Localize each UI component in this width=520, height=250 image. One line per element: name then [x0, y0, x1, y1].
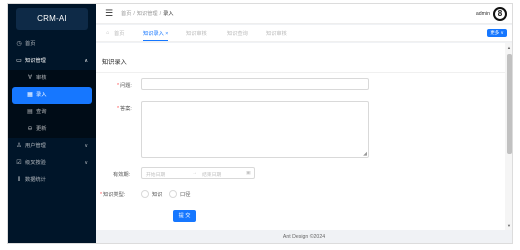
tab-knowledge-review[interactable]: 知识审核 — [186, 30, 207, 37]
question-input[interactable] — [141, 78, 369, 90]
more-tabs-button[interactable]: 更多 ∨ — [487, 29, 507, 37]
knowledge-type-label-text: 知识类型: — [103, 192, 126, 198]
resize-handle-icon[interactable]: ◢ — [363, 151, 367, 157]
sidebar-item-query[interactable]: ▤ 查询 — [8, 104, 96, 121]
bar-chart-icon: ⫴ — [17, 177, 21, 183]
end-date-placeholder[interactable]: 结束日期 — [202, 171, 221, 178]
sidebar-item-knowledge-management[interactable]: ▭ 知识管理 ∧ — [8, 53, 96, 70]
start-date-placeholder[interactable]: 开始日期 — [146, 171, 165, 178]
scrollbar-thumb[interactable] — [507, 54, 512, 154]
table-icon: ▦ — [27, 92, 33, 98]
user-icon: ♙ — [16, 143, 22, 149]
sidebar-item-update[interactable]: ⊖ 更新 — [8, 121, 96, 138]
checkbox-icon: ☑ — [16, 160, 22, 166]
sidebar-item-verification[interactable]: ☑ 级叉按验 ∨ — [8, 155, 96, 172]
chevron-down-icon: ∨ — [84, 143, 88, 149]
sidebar-item-label: 数据统计 — [25, 177, 46, 183]
username: admin — [475, 11, 490, 17]
breadcrumb-knowledge[interactable]: 知识管理 — [137, 11, 158, 17]
tab-home[interactable]: 首页 — [114, 30, 124, 37]
page-footer: Ant Design ©2024 — [282, 234, 326, 240]
chevron-up-icon: ∧ — [84, 58, 88, 64]
date-range-picker[interactable]: 开始日期 → 结束日期 ▣ — [141, 167, 255, 179]
menu-fold-icon[interactable]: ☰ — [105, 8, 113, 18]
clock-icon: ◷ — [16, 41, 22, 47]
sidebar-item-label: 更新 — [36, 126, 47, 132]
sidebar-item-label: 查询 — [36, 109, 47, 115]
validity-label: 有效期: — [113, 172, 131, 178]
answer-label-text: 答案: — [120, 106, 132, 112]
tab-bar: ⌂ 首页 知识录入 × 知识审核 知识查询 知识审核 更多 ∨ — [96, 25, 512, 42]
radio-knowledge-label[interactable]: 知识 — [152, 191, 162, 198]
answer-textarea[interactable]: ◢ — [141, 101, 369, 158]
tab-knowledge-entry[interactable]: 知识录入 × — [143, 30, 169, 41]
answer-label: *答案: — [117, 105, 132, 112]
sidebar-item-label: 用户管理 — [25, 143, 46, 149]
question-label: *问题: — [117, 82, 132, 89]
sidebar-item-label: 首页 — [25, 41, 36, 47]
scroll-down-icon[interactable]: ▼ — [507, 223, 511, 228]
sidebar-item-review[interactable]: ∀ 审核 — [8, 70, 96, 87]
radio-caliber[interactable] — [169, 190, 177, 198]
user-menu[interactable]: admin 8 — [476, 6, 507, 22]
range-arrow-icon: → — [192, 171, 197, 176]
submit-button[interactable]: 提 交 — [173, 210, 196, 222]
tab-knowledge-review-2[interactable]: 知识审核 — [266, 30, 287, 37]
breadcrumb-separator: / — [159, 11, 162, 17]
knowledge-type-label: *知识类型: — [100, 191, 125, 198]
sidebar-item-label: 审核 — [36, 75, 47, 81]
page-title: 知识录入 — [102, 59, 127, 66]
sync-icon: ⊖ — [27, 126, 33, 132]
top-header: ☰ 首页 / 知识管理 / 录入 admin 8 — [96, 4, 512, 24]
calendar-icon: ▣ — [246, 171, 251, 176]
radio-knowledge[interactable] — [141, 190, 149, 198]
title-divider — [96, 72, 505, 73]
sidebar-item-label: 级叉按验 — [25, 160, 46, 166]
required-mark: * — [100, 192, 103, 198]
required-mark: * — [117, 83, 120, 89]
document-icon: ▤ — [27, 109, 33, 115]
app-logo: CRM-AI — [16, 8, 88, 30]
monitor-icon: ▭ — [16, 58, 22, 64]
tab-knowledge-query[interactable]: 知识查询 — [227, 30, 248, 37]
avatar[interactable]: 8 — [493, 6, 507, 21]
breadcrumb-separator: / — [133, 11, 135, 17]
sidebar-item-label: 录入 — [36, 92, 47, 98]
sidebar-item-statistics[interactable]: ⫴ 数据统计 — [8, 172, 96, 189]
sidebar-item-entry[interactable]: ▦ 录入 — [12, 87, 92, 104]
required-mark: * — [117, 106, 120, 112]
chevron-down-icon: ∨ — [84, 160, 88, 166]
audit-icon: ∀ — [27, 75, 33, 81]
vertical-scrollbar[interactable]: ▲ ▼ — [505, 43, 512, 230]
question-label-text: 问题: — [120, 83, 132, 89]
sidebar-item-label: 知识管理 — [25, 58, 46, 64]
form-card: 知识录入 *问题: *答案: ◢ 有效期: 开始日期 → 结束日期 ▣ *知识类… — [96, 43, 505, 230]
breadcrumb-current: 录入 — [163, 11, 174, 17]
radio-caliber-label[interactable]: 口径 — [180, 191, 190, 198]
sidebar-menu: ◷ 首页 ▭ 知识管理 ∧ ∀ 审核 ▦ 录入 ▤ 查询 ⊖ 更新 ♙ 用户管理… — [8, 36, 96, 189]
sidebar-item-home[interactable]: ◷ 首页 — [8, 36, 96, 53]
sidebar-item-user-management[interactable]: ♙ 用户管理 ∨ — [8, 138, 96, 155]
breadcrumb: 首页 / 知识管理 / 录入 — [121, 10, 173, 17]
scroll-up-icon[interactable]: ▲ — [507, 45, 511, 50]
sidebar: CRM-AI ◷ 首页 ▭ 知识管理 ∧ ∀ 审核 ▦ 录入 ▤ 查询 ⊖ 更新… — [8, 4, 96, 243]
app-window: CRM-AI ◷ 首页 ▭ 知识管理 ∧ ∀ 审核 ▦ 录入 ▤ 查询 ⊖ 更新… — [7, 3, 513, 244]
home-icon[interactable]: ⌂ — [106, 30, 109, 36]
breadcrumb-home[interactable]: 首页 — [121, 11, 131, 17]
knowledge-submenu: ∀ 审核 ▦ 录入 ▤ 查询 ⊖ 更新 — [8, 70, 96, 138]
